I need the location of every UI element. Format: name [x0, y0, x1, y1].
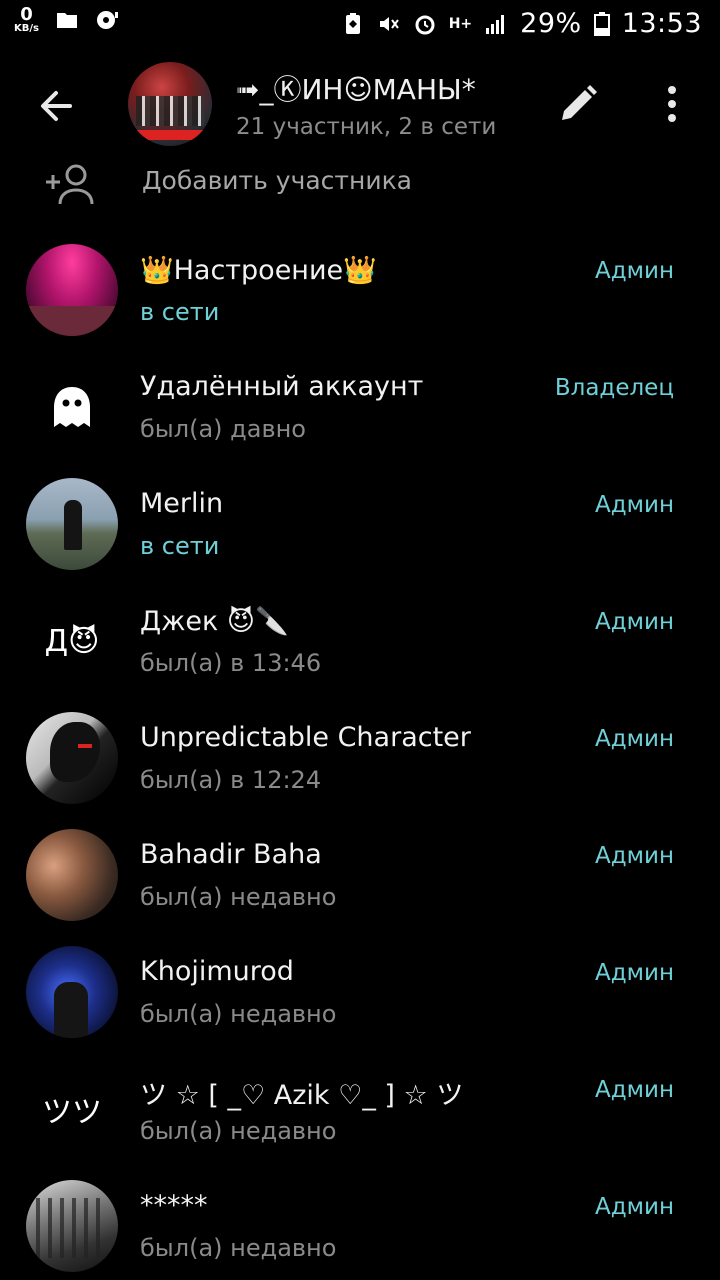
group-title[interactable]: ➟_ⓀИН☺МАНЫ*	[236, 68, 476, 108]
member-row[interactable]: Merlin в сети Админ	[0, 466, 720, 583]
member-name: Unpredictable Character	[140, 722, 471, 753]
status-bar: 0 KB/s H+ 29% 13:53	[0, 0, 720, 48]
member-name: 👑Настроение👑	[140, 255, 377, 286]
member-row[interactable]: Д😈 Джек 😈🔪 был(а) в 13:46 Админ	[0, 583, 720, 700]
member-row[interactable]: Удалённый аккаунт был(а) давно Владелец	[0, 349, 720, 466]
group-avatar[interactable]	[128, 62, 212, 146]
member-row[interactable]: Bahadir Baha был(а) недавно Админ	[0, 817, 720, 934]
member-status: был(а) недавно	[140, 1000, 337, 1028]
member-row[interactable]: 👑Настроение👑 в сети Админ	[0, 232, 720, 349]
member-name: Bahadir Baha	[140, 839, 322, 870]
member-avatar	[26, 829, 118, 921]
add-member-label: Добавить участника	[142, 166, 412, 195]
member-name: Джек 😈🔪	[140, 606, 289, 637]
member-role: Админ	[595, 726, 674, 752]
folder-icon	[56, 13, 77, 28]
member-role: Админ	[595, 843, 674, 869]
member-avatar-initials: ツツ	[42, 1095, 102, 1130]
back-arrow-icon[interactable]	[30, 80, 82, 132]
member-row[interactable]: Khojimurod был(а) недавно Админ	[0, 934, 720, 1051]
member-avatar	[26, 361, 118, 453]
member-avatar	[26, 478, 118, 570]
battery-saver-icon	[345, 12, 360, 34]
member-row[interactable]: Unpredictable Character был(а) в 12:24 А…	[0, 700, 720, 817]
member-status: был(а) в 13:46	[140, 649, 322, 677]
member-role: Владелец	[554, 375, 674, 401]
pencil-icon[interactable]	[556, 82, 600, 126]
member-avatar	[26, 1180, 118, 1272]
member-status: в сети	[140, 532, 220, 560]
member-name: ツ ☆ [ _♡ Azik ♡_ ] ☆ ツ	[140, 1080, 464, 1111]
member-row[interactable]: ***** был(а) недавно Админ	[0, 1168, 720, 1280]
member-name: Merlin	[140, 488, 224, 519]
member-avatar	[26, 712, 118, 804]
chat-header: ➟_ⓀИН☺МАНЫ* 21 участник, 2 в сети	[0, 48, 720, 160]
add-member-row[interactable]: Добавить участника	[0, 160, 720, 208]
network-speed: 0 KB/s	[14, 6, 39, 34]
member-role: Админ	[595, 960, 674, 986]
ghost-icon	[54, 387, 90, 427]
member-name: Khojimurod	[140, 956, 294, 987]
network-speed-unit: KB/s	[14, 23, 39, 34]
battery-percent: 29%	[520, 8, 582, 39]
member-status: был(а) недавно	[140, 883, 337, 911]
group-member-count: 21 участник, 2 в сети	[236, 114, 497, 140]
member-name: *****	[140, 1190, 208, 1221]
member-role: Админ	[595, 609, 674, 635]
member-status: был(а) в 12:24	[140, 766, 322, 794]
member-role: Админ	[595, 258, 674, 284]
member-row[interactable]: ツツ ツ ☆ [ _♡ Azik ♡_ ] ☆ ツ был(а) недавно…	[0, 1051, 720, 1168]
alarm-icon	[415, 15, 435, 34]
signal-icon	[486, 14, 505, 34]
member-status: был(а) недавно	[140, 1117, 337, 1145]
member-role: Админ	[595, 492, 674, 518]
member-role: Админ	[595, 1194, 674, 1220]
member-avatar	[26, 244, 118, 336]
more-vert-icon[interactable]	[656, 82, 688, 126]
disc-icon	[96, 11, 118, 29]
clock: 13:53	[621, 8, 702, 39]
battery-icon	[593, 11, 610, 36]
member-avatar-initials: Д😈	[44, 623, 100, 659]
member-avatar	[26, 946, 118, 1038]
member-status: был(а) давно	[140, 415, 306, 443]
mute-icon	[379, 16, 399, 31]
add-user-icon	[46, 164, 94, 205]
network-type: H+	[448, 15, 473, 32]
member-name: Удалённый аккаунт	[140, 371, 424, 402]
member-status: был(а) недавно	[140, 1234, 337, 1262]
network-speed-value: 0	[20, 4, 33, 25]
member-role: Админ	[595, 1077, 674, 1103]
member-list: 👑Настроение👑 в сети Админ Удалённый акка…	[0, 232, 720, 1280]
member-status: в сети	[140, 298, 220, 326]
